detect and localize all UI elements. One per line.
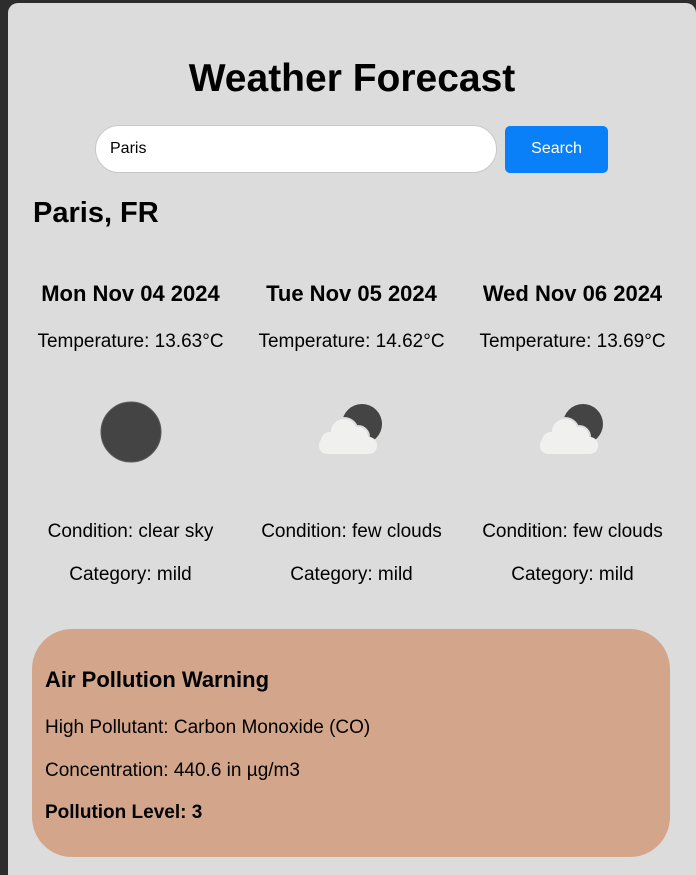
app-window: Weather Forecast Search Paris, FR Mon No… bbox=[8, 3, 696, 875]
few-clouds-night-icon bbox=[523, 382, 623, 482]
day-category: Category: mild bbox=[290, 564, 413, 585]
location-title: Paris, FR bbox=[33, 197, 159, 229]
day-date: Mon Nov 04 2024 bbox=[41, 281, 220, 306]
clear-sky-night-icon bbox=[81, 382, 181, 482]
day-temperature: Temperature: 13.63°C bbox=[37, 331, 224, 352]
day-category: Category: mild bbox=[511, 564, 634, 585]
day-condition: Condition: few clouds bbox=[482, 521, 663, 542]
search-input[interactable] bbox=[95, 125, 497, 173]
day-condition: Condition: clear sky bbox=[47, 521, 214, 542]
pollution-level-text: Pollution Level: 3 bbox=[45, 802, 203, 823]
forecast-day-card: Tue Nov 05 2024 Temperature: 14.62°C Con bbox=[241, 279, 462, 588]
search-bar: Search bbox=[95, 125, 608, 173]
forecast-list: Mon Nov 04 2024 Temperature: 13.63°C Con… bbox=[20, 279, 684, 588]
day-condition: Condition: few clouds bbox=[261, 521, 442, 542]
forecast-day-card: Wed Nov 06 2024 Temperature: 13.69°C Con bbox=[462, 279, 683, 588]
concentration-text: Concentration: 440.6 in µg/m3 bbox=[45, 760, 300, 781]
few-clouds-night-icon bbox=[302, 382, 402, 482]
day-temperature: Temperature: 14.62°C bbox=[258, 331, 445, 352]
forecast-day-card: Mon Nov 04 2024 Temperature: 13.63°C Con… bbox=[20, 279, 241, 588]
page-title: Weather Forecast bbox=[188, 57, 516, 100]
pollutant-text: High Pollutant: Carbon Monoxide (CO) bbox=[45, 717, 371, 738]
day-category: Category: mild bbox=[69, 564, 192, 585]
pollution-title: Air Pollution Warning bbox=[45, 667, 270, 692]
day-date: Wed Nov 06 2024 bbox=[482, 281, 663, 306]
search-button[interactable]: Search bbox=[505, 125, 608, 173]
air-pollution-warning-card: Air Pollution Warning High Pollutant: Ca… bbox=[32, 629, 670, 857]
day-date: Tue Nov 05 2024 bbox=[266, 281, 437, 306]
day-temperature: Temperature: 13.69°C bbox=[479, 331, 666, 352]
